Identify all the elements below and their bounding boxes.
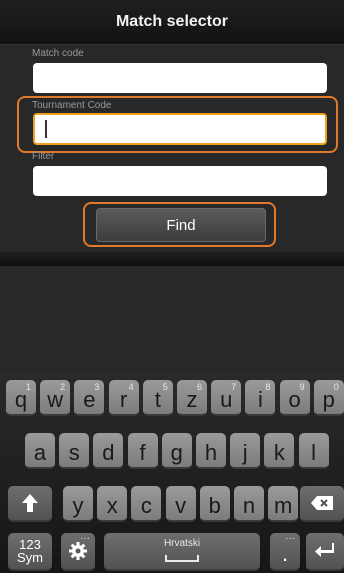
key-label: k — [273, 440, 285, 465]
key-w[interactable]: 2w — [40, 380, 71, 416]
key-label: x — [106, 493, 118, 518]
key-hint: 5 — [162, 382, 168, 392]
key-d[interactable]: d — [93, 433, 124, 469]
tournament-code-input[interactable] — [33, 113, 327, 145]
period-key-label: . — [281, 541, 289, 566]
tournament-code-label: Tournament Code — [32, 100, 112, 111]
key-label: f — [139, 440, 146, 465]
more-dots-icon: ··· — [80, 533, 90, 544]
key-h[interactable]: h — [196, 433, 226, 469]
symbols-key-bottom: Sym — [17, 550, 43, 565]
space-icon — [165, 555, 199, 562]
space-key-label: Hrvatski — [163, 538, 201, 549]
key-label: w — [47, 387, 64, 412]
key-label: m — [274, 493, 293, 518]
enter-icon — [315, 543, 334, 557]
text-cursor — [45, 120, 47, 138]
key-label: l — [311, 440, 317, 465]
key-label: n — [242, 493, 256, 518]
key-p[interactable]: 0p — [313, 380, 344, 416]
key-label: v — [175, 493, 187, 518]
key-o[interactable]: 9o — [279, 380, 310, 416]
key-f[interactable]: f — [127, 433, 158, 469]
key-label: j — [242, 440, 248, 465]
key-label: r — [119, 387, 128, 412]
key-m[interactable]: m — [268, 486, 299, 522]
soft-keyboard: 1q2w3e4r5t6z7u8i9o0p asdfghjkl yxcvbnm 1… — [0, 372, 344, 573]
key-label: d — [102, 440, 115, 465]
key-y[interactable]: y — [63, 486, 93, 522]
key-label: u — [220, 387, 233, 412]
match-form: Match code Tournament Code Filter Find — [0, 45, 344, 252]
key-label: o — [288, 387, 301, 412]
shift-key[interactable] — [8, 486, 52, 522]
divider — [0, 252, 344, 266]
key-i[interactable]: 8i — [245, 380, 276, 416]
key-label: p — [322, 387, 335, 412]
key-label: g — [170, 440, 183, 465]
key-t[interactable]: 5t — [142, 380, 173, 416]
key-hint: 6 — [196, 382, 202, 392]
key-label: y — [72, 493, 84, 518]
space-key[interactable]: Hrvatski — [104, 533, 260, 571]
match-code-input[interactable] — [33, 63, 327, 93]
key-n[interactable]: n — [234, 486, 264, 522]
key-label: h — [204, 440, 218, 465]
key-label: i — [257, 387, 263, 412]
key-label: z — [186, 387, 198, 412]
key-c[interactable]: c — [131, 486, 162, 522]
key-label: c — [140, 493, 152, 518]
settings-key[interactable]: ··· — [61, 533, 95, 571]
key-x[interactable]: x — [97, 486, 128, 522]
key-l[interactable]: l — [298, 433, 329, 469]
key-z[interactable]: 6z — [177, 380, 207, 416]
title-bar: Match selector — [0, 0, 344, 45]
key-hint: 4 — [128, 382, 134, 392]
match-code-label: Match code — [32, 48, 84, 59]
key-a[interactable]: a — [25, 433, 55, 469]
key-j[interactable]: j — [230, 433, 261, 469]
key-q[interactable]: 1q — [6, 380, 36, 416]
key-label: s — [68, 440, 80, 465]
page-title: Match selector — [115, 13, 229, 30]
key-label: q — [14, 387, 28, 412]
key-g[interactable]: g — [161, 433, 192, 469]
key-hint: 8 — [265, 382, 271, 392]
key-label: t — [154, 387, 161, 412]
key-e[interactable]: 3e — [74, 380, 105, 416]
filter-input[interactable] — [33, 166, 327, 196]
key-k[interactable]: k — [264, 433, 295, 469]
key-r[interactable]: 4r — [108, 380, 139, 416]
key-u[interactable]: 7u — [211, 380, 242, 416]
key-s[interactable]: s — [59, 433, 90, 469]
backspace-key[interactable] — [300, 486, 344, 522]
key-v[interactable]: v — [165, 486, 196, 522]
empty-area — [0, 266, 344, 372]
key-label: b — [208, 493, 221, 518]
shift-arrow-icon — [22, 494, 38, 512]
backspace-icon — [311, 496, 333, 510]
period-key[interactable]: ··· . — [270, 533, 300, 571]
find-button[interactable]: Find — [96, 208, 266, 242]
symbols-key[interactable]: 123 Sym — [8, 533, 52, 571]
key-label: a — [33, 440, 47, 465]
gear-icon — [69, 542, 87, 560]
enter-key[interactable] — [306, 533, 344, 571]
key-b[interactable]: b — [199, 486, 230, 522]
key-label: e — [83, 387, 96, 412]
filter-label: Filter — [32, 151, 55, 162]
